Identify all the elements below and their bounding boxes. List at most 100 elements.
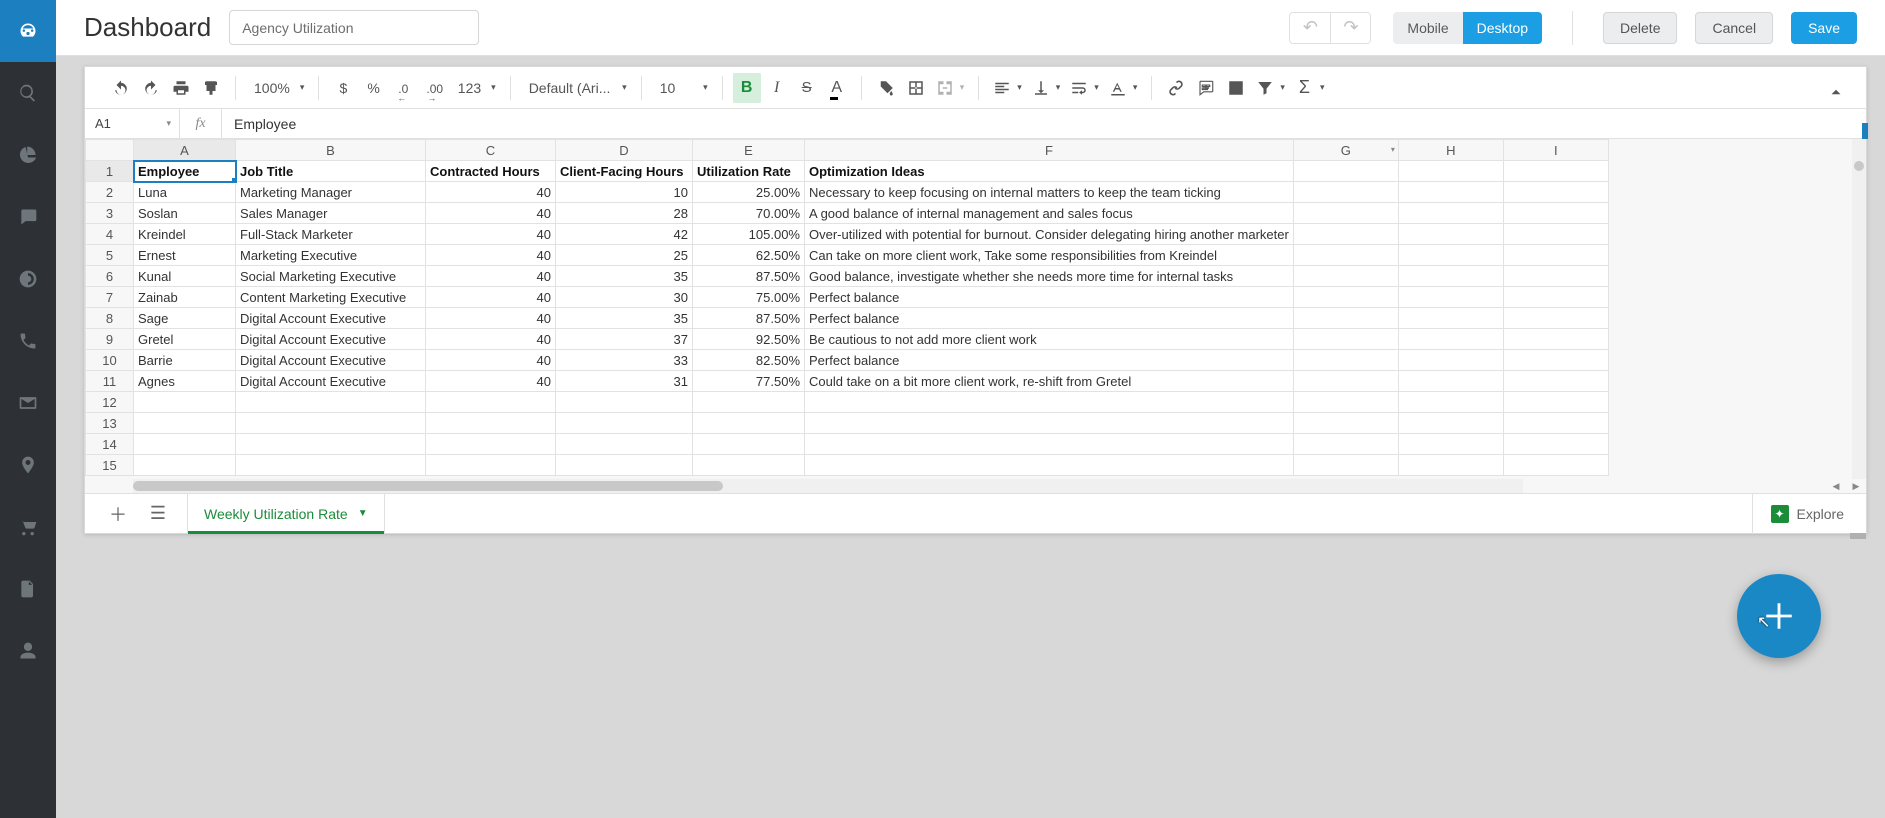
cell[interactable]: Be cautious to not add more client work <box>805 329 1294 350</box>
cell[interactable]: Digital Account Executive <box>236 308 426 329</box>
cell[interactable]: 40 <box>426 329 556 350</box>
cell[interactable]: Digital Account Executive <box>236 329 426 350</box>
sheet-redo-button[interactable] <box>137 73 165 103</box>
cell[interactable]: 82.50% <box>693 350 805 371</box>
cell[interactable] <box>1398 203 1503 224</box>
cell[interactable] <box>236 413 426 434</box>
borders-button[interactable] <box>902 73 930 103</box>
grid-area[interactable]: A B C D E F G H I 1EmployeeJob TitleCont… <box>85 139 1866 493</box>
cell[interactable] <box>1293 203 1398 224</box>
cell[interactable] <box>1398 455 1503 476</box>
cell[interactable]: Zainab <box>134 287 236 308</box>
cell[interactable]: Necessary to keep focusing on internal m… <box>805 182 1294 203</box>
sidebar-item-funnel[interactable] <box>0 248 56 310</box>
cell[interactable]: 42 <box>556 224 693 245</box>
sheet-nav-arrows[interactable]: ◀▶ <box>1826 479 1866 493</box>
cell[interactable] <box>1293 329 1398 350</box>
device-desktop-button[interactable]: Desktop <box>1463 12 1542 44</box>
cell[interactable] <box>1503 434 1608 455</box>
sidebar-item-account[interactable] <box>0 620 56 682</box>
cell[interactable] <box>1503 350 1608 371</box>
cell[interactable] <box>1293 245 1398 266</box>
cell[interactable] <box>1293 455 1398 476</box>
cancel-button[interactable]: Cancel <box>1695 12 1773 44</box>
cell-reference-input[interactable]: A1 <box>85 109 180 138</box>
col-header-f[interactable]: F <box>805 140 1294 161</box>
cell[interactable] <box>134 434 236 455</box>
sheet-tab-menu-caret[interactable]: ▼ <box>358 508 368 519</box>
cell[interactable] <box>805 413 1294 434</box>
cell[interactable] <box>1398 371 1503 392</box>
cell[interactable]: Luna <box>134 182 236 203</box>
cell[interactable] <box>1503 266 1608 287</box>
cell[interactable]: Optimization Ideas <box>805 161 1294 182</box>
cell[interactable] <box>426 434 556 455</box>
cell[interactable]: Sage <box>134 308 236 329</box>
cell[interactable] <box>1293 224 1398 245</box>
v-align-button[interactable] <box>1028 73 1065 103</box>
cell[interactable] <box>1398 161 1503 182</box>
cell[interactable] <box>1293 350 1398 371</box>
cell[interactable] <box>1293 371 1398 392</box>
row-header[interactable]: 5 <box>86 245 134 266</box>
formula-input[interactable] <box>222 109 1866 138</box>
cell[interactable]: 31 <box>556 371 693 392</box>
cell[interactable]: Marketing Executive <box>236 245 426 266</box>
format-percent-button[interactable]: % <box>359 73 387 103</box>
cell[interactable]: Social Marketing Executive <box>236 266 426 287</box>
cell[interactable]: 25.00% <box>693 182 805 203</box>
cell[interactable] <box>1293 308 1398 329</box>
cell[interactable] <box>426 413 556 434</box>
cell[interactable]: Can take on more client work, Take some … <box>805 245 1294 266</box>
cell[interactable] <box>805 392 1294 413</box>
cell[interactable] <box>1293 266 1398 287</box>
cell[interactable]: Digital Account Executive <box>236 350 426 371</box>
cell[interactable] <box>1293 182 1398 203</box>
cell[interactable]: Ernest <box>134 245 236 266</box>
cell[interactable] <box>693 413 805 434</box>
col-header-b[interactable]: B <box>236 140 426 161</box>
cell[interactable] <box>805 434 1294 455</box>
cell[interactable] <box>1398 308 1503 329</box>
cell[interactable]: Content Marketing Executive <box>236 287 426 308</box>
merge-cells-button[interactable] <box>932 73 969 103</box>
insert-link-button[interactable] <box>1162 73 1190 103</box>
cell[interactable] <box>1293 287 1398 308</box>
rotate-button[interactable] <box>1105 73 1142 103</box>
sidebar-item-reports[interactable] <box>0 124 56 186</box>
col-header-a[interactable]: A <box>134 140 236 161</box>
format-currency-button[interactable]: $ <box>329 73 357 103</box>
cell[interactable]: Client-Facing Hours <box>556 161 693 182</box>
cell[interactable]: 77.50% <box>693 371 805 392</box>
panel-bottom-handle[interactable] <box>1850 533 1866 539</box>
cell[interactable]: 33 <box>556 350 693 371</box>
undo-button[interactable]: ↶ <box>1290 13 1330 43</box>
cell[interactable]: 40 <box>426 287 556 308</box>
cell[interactable] <box>236 392 426 413</box>
cell[interactable]: Kunal <box>134 266 236 287</box>
cell[interactable]: 10 <box>556 182 693 203</box>
col-header-h[interactable]: H <box>1398 140 1503 161</box>
decrease-decimals-button[interactable]: .0← <box>390 73 418 103</box>
cell[interactable]: 87.50% <box>693 266 805 287</box>
sidebar-item-dashboard[interactable] <box>0 0 56 62</box>
cell[interactable]: 92.50% <box>693 329 805 350</box>
increase-decimals-button[interactable]: .00→ <box>420 73 448 103</box>
cell[interactable]: 40 <box>426 266 556 287</box>
cell[interactable]: 40 <box>426 308 556 329</box>
cell[interactable] <box>693 392 805 413</box>
sheet-undo-button[interactable] <box>107 73 135 103</box>
number-format-button[interactable]: 123 <box>450 73 500 103</box>
cell[interactable]: 40 <box>426 245 556 266</box>
cell[interactable] <box>805 455 1294 476</box>
cell[interactable]: 35 <box>556 266 693 287</box>
wrap-button[interactable] <box>1066 73 1103 103</box>
col-header-e[interactable]: E <box>693 140 805 161</box>
cell[interactable]: 40 <box>426 203 556 224</box>
cell[interactable] <box>556 434 693 455</box>
cell[interactable] <box>426 455 556 476</box>
cell[interactable] <box>1503 329 1608 350</box>
cell[interactable] <box>1398 266 1503 287</box>
row-header[interactable]: 6 <box>86 266 134 287</box>
functions-button[interactable]: Σ <box>1291 73 1329 103</box>
